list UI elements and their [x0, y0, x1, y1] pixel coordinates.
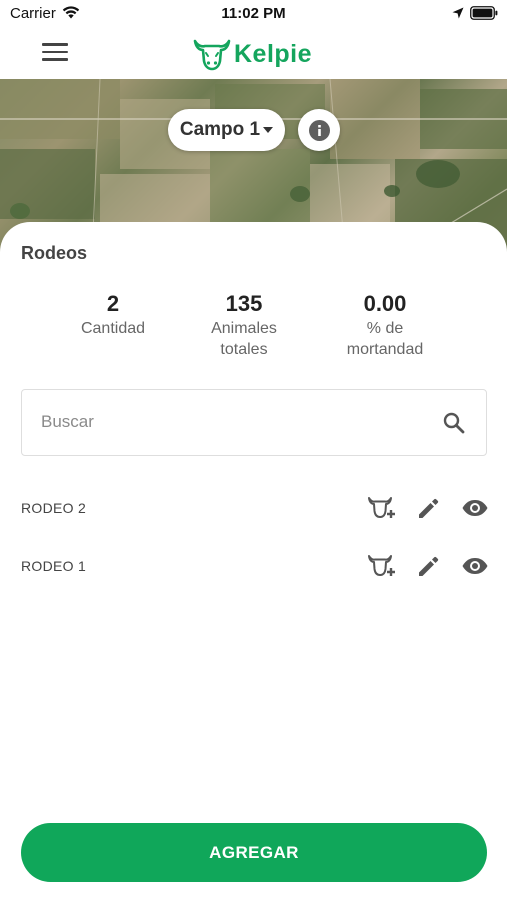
stat-cantidad: 2 Cantidad [43, 292, 183, 339]
pencil-icon[interactable] [415, 553, 443, 579]
stat-label-line2: totales [220, 341, 268, 358]
search-icon[interactable] [442, 411, 466, 435]
rodeo-name: RODEO 2 [21, 500, 87, 516]
stat-label: Animales [211, 320, 277, 337]
rodeo-name: RODEO 1 [21, 558, 87, 574]
pencil-icon[interactable] [415, 495, 443, 521]
add-animal-icon[interactable] [367, 553, 395, 579]
info-icon [308, 119, 330, 141]
kelpie-logo: Kelpie [192, 36, 312, 72]
campo-selector[interactable]: Campo 1 [168, 109, 285, 151]
stat-value: 2 [106, 291, 120, 316]
caret-down-icon [263, 127, 274, 133]
stat-mortandad: 0.00 % de mortandad [315, 292, 455, 360]
eye-icon[interactable] [461, 553, 489, 579]
battery-icon [470, 6, 498, 20]
stat-label-line2: mortandad [346, 341, 424, 358]
cow-logo-icon [193, 39, 231, 71]
info-button[interactable] [298, 109, 340, 151]
add-button-label: AGREGAR [209, 842, 299, 862]
stat-value: 0.00 [363, 291, 407, 316]
status-bar: Carrier 11:02 PM [0, 0, 507, 28]
rodeos-sheet: Rodeos 2 Cantidad 135 Animales totales 0… [0, 222, 507, 900]
stat-animales-totales: 135 Animales totales [174, 292, 314, 360]
search-input[interactable] [41, 412, 421, 432]
hamburger-menu-icon[interactable] [42, 43, 68, 63]
campo-selector-label: Campo 1 [179, 119, 261, 140]
list-item[interactable]: RODEO 2 [21, 490, 489, 526]
stat-label: Cantidad [80, 320, 146, 337]
logo-text: Kelpie [234, 39, 313, 68]
stat-value: 135 [225, 291, 263, 316]
section-title: Rodeos [21, 243, 88, 263]
add-rodeo-button[interactable]: AGREGAR [21, 823, 487, 882]
eye-icon[interactable] [461, 495, 489, 521]
status-time: 11:02 PM [221, 5, 286, 22]
app-header: Kelpie [0, 28, 507, 79]
search-box [21, 389, 487, 456]
stat-label: % de [366, 320, 404, 337]
location-arrow-icon [452, 7, 464, 19]
add-animal-icon[interactable] [367, 495, 395, 521]
list-item[interactable]: RODEO 1 [21, 548, 489, 584]
